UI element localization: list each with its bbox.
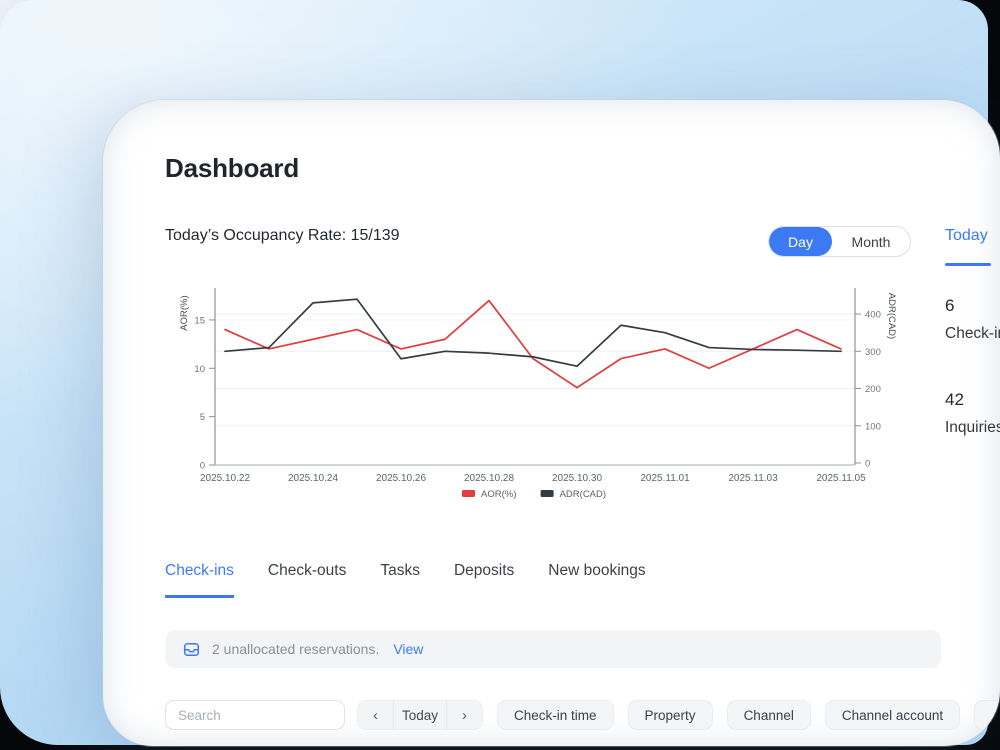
app-window: Dashboard Today’s Occupancy Rate: 15/139… [103,100,1000,746]
page-title: Dashboard [165,153,299,184]
channel-account-filter-button[interactable]: Channel account [825,700,960,730]
occupancy-adr-chart: 0 5 10 15 0 100 200 300 400 2025.10.22 2025.10.24 2… [165,283,905,508]
filter-row: ‹ Today › Check-in timePropertyChannelCh… [165,700,1000,730]
svg-text:2025.10.24: 2025.10.24 [288,473,338,484]
svg-text:5: 5 [200,412,205,423]
svg-text:AOR(%): AOR(%) [481,489,516,500]
clipped-filter-button[interactable] [974,700,1000,730]
svg-text:2025.10.26: 2025.10.26 [376,473,426,484]
svg-text:ADR(CAD): ADR(CAD) [560,489,606,500]
channel-filter-button[interactable]: Channel [727,700,811,730]
svg-text:200: 200 [865,384,881,395]
svg-text:15: 15 [194,315,205,326]
svg-text:100: 100 [865,421,881,432]
day-toggle-button[interactable]: Day [769,227,832,256]
svg-text:0: 0 [200,461,205,472]
tab-deposits[interactable]: Deposits [454,562,514,598]
stat-label: Check-ins [945,325,1000,343]
screenshot-stage: Dashboard Today’s Occupancy Rate: 15/139… [0,0,1000,750]
day-month-toggle: Day Month [768,226,911,257]
stat-label: Inquiries [945,419,1000,437]
unallocated-banner: 2 unallocated reservations. View [165,630,941,668]
svg-text:2025.10.28: 2025.10.28 [464,473,514,484]
stat-value: 42 [945,390,1000,410]
svg-text:2025.11.05: 2025.11.05 [816,473,866,484]
stat-check-ins: 6 Check-ins [945,296,1000,343]
tab-today-underline [945,263,991,266]
svg-text:300: 300 [865,347,881,358]
svg-text:400: 400 [865,310,881,321]
tab-check-outs[interactable]: Check-outs [268,562,346,598]
archive-box-icon [183,641,200,658]
search-input[interactable] [165,700,345,730]
banner-text: 2 unallocated reservations. [212,641,379,657]
next-day-button[interactable]: › [447,701,482,729]
svg-text:10: 10 [194,364,205,375]
svg-text:AOR(%): AOR(%) [179,295,190,330]
date-nav: ‹ Today › [357,700,483,730]
tab-new-bookings[interactable]: New bookings [548,562,645,598]
svg-text:2025.10.30: 2025.10.30 [552,473,602,484]
svg-text:ADR(CAD): ADR(CAD) [886,293,897,339]
tab-check-ins[interactable]: Check-ins [165,562,234,598]
svg-text:2025.10.22: 2025.10.22 [200,473,250,484]
stat-value: 6 [945,296,1000,316]
tab-tasks[interactable]: Tasks [380,562,420,598]
occupancy-rate-text: Today’s Occupancy Rate: 15/139 [165,227,400,245]
section-tabs: Check-ins Check-outs Tasks Deposits New book… [165,562,646,598]
prev-day-button[interactable]: ‹ [358,701,393,729]
month-toggle-button[interactable]: Month [832,227,910,256]
check-in-time-filter-button[interactable]: Check-in time [497,700,614,730]
svg-text:0: 0 [865,459,870,470]
property-filter-button[interactable]: Property [628,700,713,730]
filter-buttons: Check-in time Property Channel Channel acco… [483,700,960,730]
svg-text:2025.11.01: 2025.11.01 [640,473,690,484]
svg-text:2025.11.03: 2025.11.03 [728,473,778,484]
stat-inquiries: 42 Inquiries [945,390,1000,437]
today-button[interactable]: Today [393,701,447,729]
tab-today[interactable]: Today [945,227,988,245]
banner-view-link[interactable]: View [393,641,423,657]
